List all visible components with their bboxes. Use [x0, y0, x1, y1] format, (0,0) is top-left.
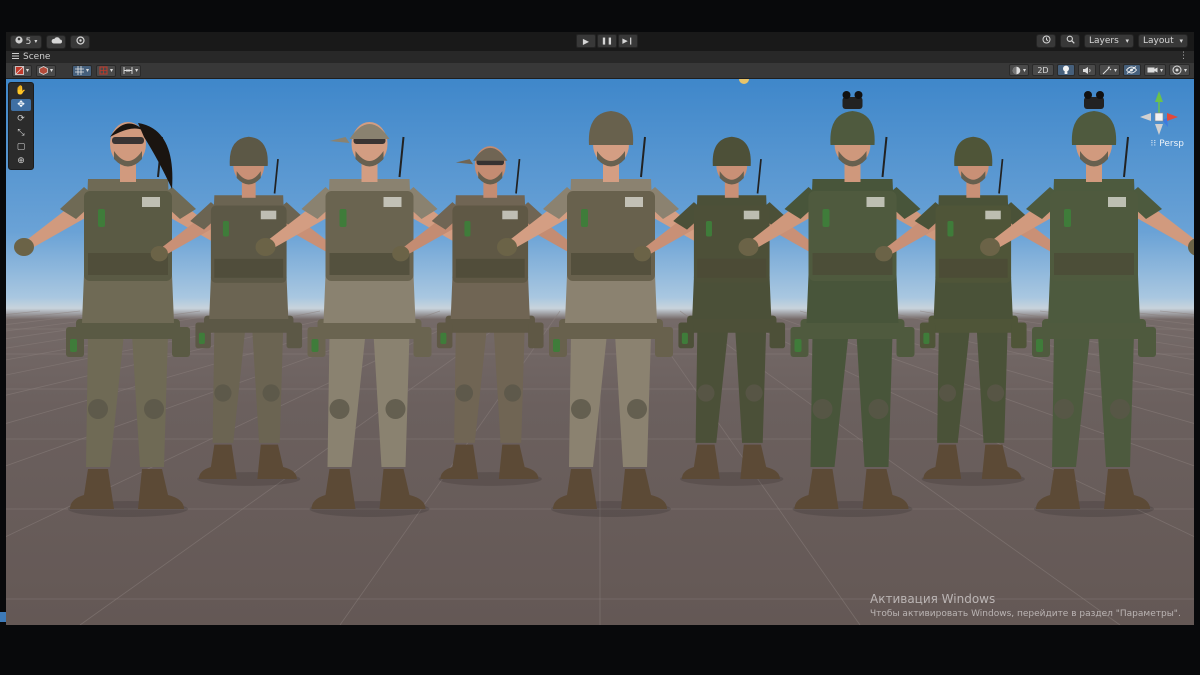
transform-tool[interactable]: ⊕	[11, 155, 31, 167]
scene-canvas[interactable]	[6, 79, 1194, 625]
projection-label[interactable]: ⁝⁝ Persp	[1151, 139, 1184, 149]
view-tool[interactable]: ✋	[11, 85, 31, 97]
render-debug-dropdown[interactable]: ▾	[36, 64, 57, 77]
watermark-title: Активация Windows	[870, 592, 996, 606]
rect-tool[interactable]: ▢	[11, 141, 31, 153]
lighting-toggle[interactable]	[1056, 64, 1075, 76]
sphere-icon	[1012, 66, 1021, 74]
tab-scene[interactable]: Scene	[6, 52, 50, 62]
scene-viewport[interactable]: ✋ ✥ ⟳ ⤡ ▢ ⊕ ⁝⁝ Persp Активация Windows Чтобы …	[6, 79, 1194, 625]
y-axis-icon[interactable]	[1155, 91, 1163, 102]
snap-dropdown[interactable]: ▾	[96, 64, 117, 77]
hand-icon: ✋	[15, 86, 27, 96]
transform-icon: ⊕	[17, 156, 25, 166]
visibility-toggle[interactable]	[1122, 64, 1141, 76]
light-bulb-icon	[1062, 65, 1069, 74]
grid-icon	[75, 66, 85, 75]
search-button[interactable]	[1060, 34, 1080, 48]
effects-dropdown[interactable]: ▾	[1098, 64, 1120, 76]
layers-dropdown[interactable]: Layers ▾	[1084, 34, 1134, 48]
draw-mode-dropdown[interactable]: ▾	[12, 64, 33, 77]
pivot-dropdown[interactable]: ▾	[72, 64, 93, 77]
gizmos-dropdown[interactable]: ▾	[1168, 64, 1190, 76]
cube-icon	[39, 66, 48, 75]
play-button[interactable]: ▶	[576, 34, 596, 48]
play-icon: ▶	[582, 36, 590, 46]
soldier-figure[interactable]	[738, 91, 967, 517]
cloud-button[interactable]	[46, 34, 66, 49]
shaded-icon	[15, 66, 24, 75]
chevron-down-icon: ▾	[1125, 37, 1129, 45]
audio-icon	[1082, 66, 1091, 74]
audio-toggle[interactable]	[1077, 64, 1096, 76]
scene-toolbar: ▾ ▾ ▾ ▾ ▾ ▾ 2D ▾ ▾ ▾	[6, 63, 1194, 79]
neg-y-axis-icon[interactable]	[1155, 124, 1163, 135]
layers-label: Layers	[1089, 36, 1119, 46]
camera-dropdown[interactable]: ▾	[1143, 64, 1166, 76]
edge-marker	[0, 612, 6, 622]
pause-button[interactable]: ❚❚	[597, 34, 617, 48]
orientation-gizmo[interactable]	[1134, 87, 1184, 145]
tool-palette: ✋ ✥ ⟳ ⤡ ▢ ⊕	[8, 82, 34, 170]
undo-history-button[interactable]	[1036, 34, 1056, 48]
layout-dropdown[interactable]: Layout ▾	[1138, 34, 1188, 48]
draw-modes-button[interactable]: ▾	[1008, 64, 1029, 76]
increment-dropdown[interactable]: ▾	[120, 64, 142, 77]
tab-scene-label: Scene	[23, 52, 51, 62]
gizmo-icon	[1172, 65, 1182, 75]
scene-tab-bar: Scene ⋮	[6, 51, 1194, 63]
neg-x-axis-icon[interactable]	[1140, 113, 1151, 121]
services-button[interactable]	[70, 34, 90, 49]
move-icon: ✥	[17, 100, 25, 110]
more-options-icon[interactable]: ⋮	[1179, 51, 1188, 61]
move-tool[interactable]: ✥	[11, 99, 31, 111]
menu-icon	[12, 52, 19, 62]
services-icon	[75, 35, 85, 48]
cloud-icon	[51, 36, 62, 47]
persp-label: Persp	[1159, 139, 1184, 149]
account-icon	[15, 36, 23, 47]
watermark-subtitle: Чтобы активировать Windows, перейдите в …	[870, 609, 1181, 619]
history-icon	[1042, 35, 1051, 47]
light-gizmo-icon[interactable]	[739, 79, 749, 84]
rotate-icon: ⟳	[17, 114, 25, 124]
snap-icon	[99, 66, 108, 75]
account-count: 5	[25, 36, 32, 47]
pause-icon: ❚❚	[601, 37, 613, 45]
scale-tool[interactable]: ⤡	[11, 127, 31, 139]
lock-grid-icon: ⁝⁝	[1150, 139, 1157, 149]
step-icon: ▶❙	[622, 37, 634, 45]
rotate-tool[interactable]: ⟳	[11, 113, 31, 125]
soldier-lineup	[14, 91, 1194, 517]
x-axis-icon[interactable]	[1167, 113, 1178, 121]
scale-icon: ⤡	[17, 128, 25, 138]
layout-label: Layout	[1143, 36, 1174, 46]
chevron-down-icon: ▾	[1179, 37, 1183, 45]
mode-2d-label: 2D	[1037, 65, 1049, 75]
step-button[interactable]: ▶❙	[618, 34, 638, 48]
effects-icon	[1102, 65, 1112, 74]
soldier-figure[interactable]	[497, 111, 725, 517]
eye-off-icon	[1126, 66, 1138, 74]
camera-icon	[1147, 67, 1158, 73]
increment-icon	[123, 67, 133, 74]
main-toolbar: 5 ▾ ▶ ❚❚ ▶❙ Layers ▾ Layout ▾	[6, 32, 1194, 51]
search-icon	[1066, 35, 1075, 47]
windows-activation-watermark: Активация Windows Чтобы активировать Win…	[870, 592, 1181, 619]
account-button[interactable]: 5 ▾	[10, 34, 42, 49]
rect-icon: ▢	[16, 142, 26, 152]
mode-2d-toggle[interactable]: 2D	[1031, 64, 1054, 76]
